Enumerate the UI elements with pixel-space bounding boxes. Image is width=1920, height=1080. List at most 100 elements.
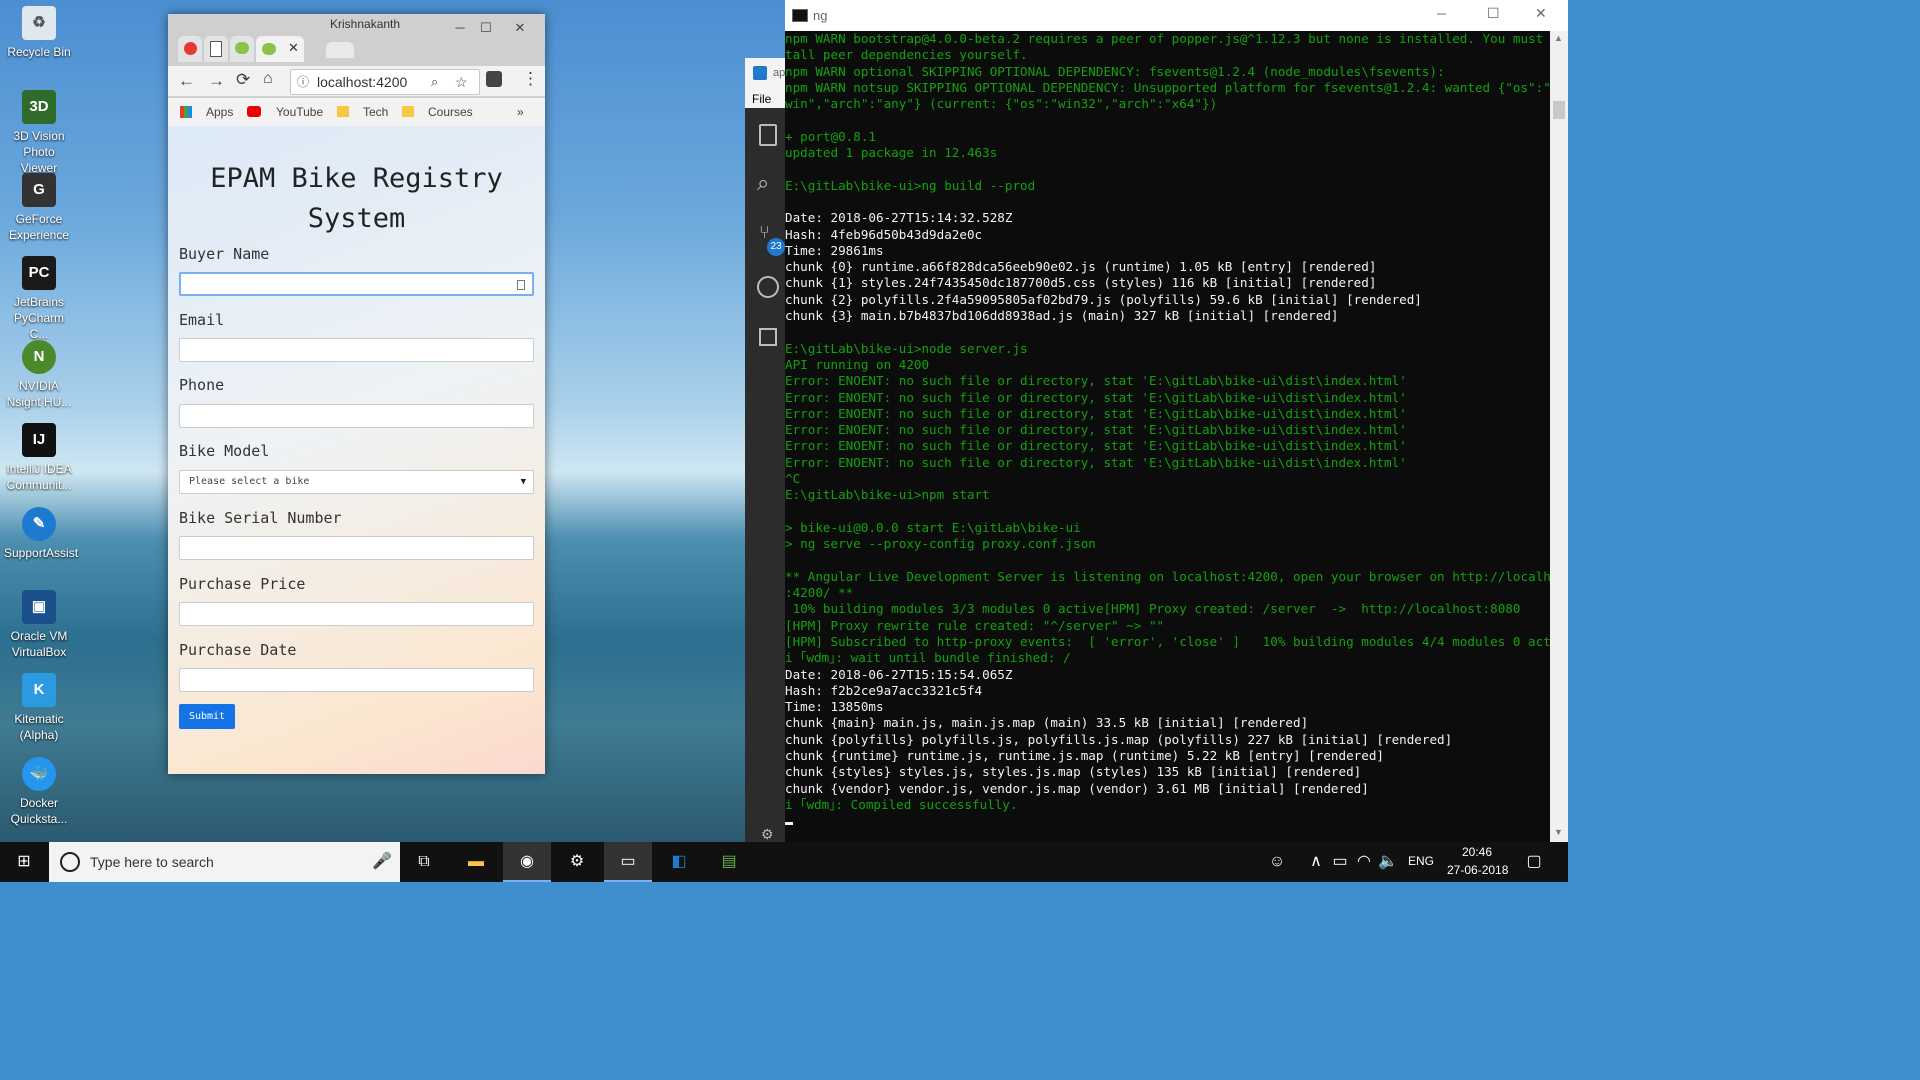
phone-input[interactable] xyxy=(179,404,534,428)
maximize-button[interactable]: ☐ xyxy=(1487,5,1500,22)
people-icon[interactable]: ☺ xyxy=(1257,842,1297,882)
window-title: Krishnakanth xyxy=(330,17,401,31)
recycle-bin-icon: ♻ xyxy=(22,6,56,40)
desktop-icon-nvidia-nsight[interactable]: N NVIDIA Nsight HU... xyxy=(4,340,74,410)
extension-icon[interactable] xyxy=(486,71,502,87)
purchase-price-input[interactable] xyxy=(179,602,534,626)
close-button[interactable]: ✕ xyxy=(508,16,532,40)
chrome-icon[interactable]: ◉ xyxy=(503,842,551,882)
tab-3[interactable] xyxy=(230,36,254,62)
language-indicator[interactable]: ENG xyxy=(1408,854,1434,868)
back-icon[interactable]: ← xyxy=(178,71,195,91)
terminal-line: Error: ENOENT: no such file or directory… xyxy=(785,405,1407,421)
desktop-icon-virtualbox[interactable]: ▣ Oracle VM VirtualBox xyxy=(4,590,74,660)
terminal-line: [HPM] Subscribed to http-proxy events: [… xyxy=(785,633,1550,649)
desktop-icon-kitematic[interactable]: K Kitematic (Alpha) xyxy=(4,673,74,743)
terminal-line: Error: ENOENT: no such file or directory… xyxy=(785,438,1407,454)
desktop-icon-pycharm[interactable]: PC JetBrains PyCharm C... xyxy=(4,256,74,342)
tab-2[interactable] xyxy=(204,36,228,62)
forward-icon[interactable]: → xyxy=(208,71,225,91)
tab-favicon-icon xyxy=(183,42,197,55)
terminal-line: Hash: f2b2ce9a7acc3321c5f4 xyxy=(785,682,983,698)
volume-icon[interactable]: 🔈 xyxy=(1377,842,1399,882)
maximize-button[interactable]: ☐ xyxy=(474,16,498,40)
source-control-icon[interactable]: ⑂ xyxy=(759,222,770,243)
terminal-line: npm WARN notsup SKIPPING OPTIONAL DEPEND… xyxy=(785,79,1550,95)
desktop-icon-geforce[interactable]: G GeForce Experience xyxy=(4,173,74,243)
search-icon[interactable]: ⌕ xyxy=(757,170,769,196)
terminal-line: npm WARN optional SKIPPING OPTIONAL DEPE… xyxy=(785,63,1445,79)
clock-date[interactable]: 27-06-2018 xyxy=(1447,863,1508,877)
scroll-up-icon[interactable]: ▲ xyxy=(1554,33,1563,43)
show-hidden-icons-icon[interactable]: ∧ xyxy=(1305,842,1327,882)
bike-model-label: Bike Model xyxy=(179,442,270,460)
wifi-icon[interactable]: ◠ xyxy=(1353,842,1375,882)
terminal-scrollbar[interactable]: ▲ ▼ xyxy=(1550,31,1568,842)
desktop-icon-docker[interactable]: 🐳 Docker Quicksta... xyxy=(4,757,74,827)
bookmark-youtube[interactable]: YouTube xyxy=(276,105,323,119)
bookmark-courses[interactable]: Courses xyxy=(428,105,473,119)
explorer-icon[interactable] xyxy=(759,124,777,146)
terminal-line: chunk {vendor} vendor.js, vendor.js.map … xyxy=(785,780,1369,796)
cortana-icon xyxy=(60,852,80,872)
tab-close-icon[interactable]: ✕ xyxy=(288,40,299,56)
extensions-icon[interactable] xyxy=(759,328,777,346)
tab-1[interactable] xyxy=(178,36,202,62)
desktop-icon-label: IntelliJ IDEA Communit... xyxy=(6,462,72,492)
home-icon[interactable]: ⌂ xyxy=(263,70,273,88)
battery-icon[interactable]: ▭ xyxy=(1329,842,1351,882)
task-view-icon[interactable]: ⧉ xyxy=(400,842,448,882)
windows-start-icon[interactable]: ⊞ xyxy=(0,842,48,882)
address-bar[interactable]: ⓘ localhost:4200 ⌕ ☆ xyxy=(290,69,480,95)
source-control-badge: 23 xyxy=(767,238,785,256)
scroll-down-icon[interactable]: ▼ xyxy=(1554,827,1563,837)
debug-icon[interactable] xyxy=(757,276,779,298)
notepad-icon[interactable]: ▤ xyxy=(705,842,753,882)
leaf-icon xyxy=(262,43,276,55)
terminal-line: chunk {polyfills} polyfills.js, polyfill… xyxy=(785,731,1453,747)
minimize-button[interactable]: ─ xyxy=(1437,6,1446,21)
terminal-app-icon xyxy=(792,9,808,22)
reload-icon[interactable]: ⟳ xyxy=(236,70,250,90)
vscode-icon[interactable]: ◧ xyxy=(655,842,703,882)
bookmark-apps[interactable]: Apps xyxy=(206,105,233,119)
desktop-icon-3d-vision[interactable]: 3D 3D Vision Photo Viewer xyxy=(4,90,74,176)
buyer-name-input[interactable] xyxy=(179,272,534,296)
youtube-icon xyxy=(247,106,261,117)
email-input[interactable] xyxy=(179,338,534,362)
purchase-date-input[interactable] xyxy=(179,668,534,692)
terminal-line: :4200/ ** xyxy=(785,585,854,601)
submit-button[interactable]: Submit xyxy=(179,704,235,729)
vscode-logo-icon xyxy=(753,66,767,80)
scroll-thumb[interactable] xyxy=(1553,101,1565,119)
terminal-line: npm WARN bootstrap@4.0.0-beta.2 requires… xyxy=(785,31,1550,46)
bike-serial-input[interactable] xyxy=(179,536,534,560)
settings-gear-icon[interactable]: ⚙ xyxy=(761,826,774,843)
purchase-price-label: Purchase Price xyxy=(179,575,306,593)
bookmark-star-icon[interactable]: ☆ xyxy=(455,70,468,94)
close-button[interactable]: ✕ xyxy=(1535,5,1547,22)
desktop-icon-supportassist[interactable]: ✎ SupportAssist xyxy=(4,507,78,561)
command-prompt-icon[interactable]: ▭ xyxy=(604,842,652,882)
bookmark-tech[interactable]: Tech xyxy=(363,105,388,119)
clock-time[interactable]: 20:46 xyxy=(1462,845,1492,859)
bookmarks-overflow[interactable]: » xyxy=(517,105,524,119)
terminal-line: Error: ENOENT: no such file or directory… xyxy=(785,373,1407,389)
menu-icon[interactable]: ⋮ xyxy=(522,69,539,89)
file-explorer-icon[interactable]: ▬ xyxy=(452,842,500,882)
info-icon[interactable]: ⓘ xyxy=(297,70,309,94)
terminal-output[interactable]: npm WARN bootstrap@4.0.0-beta.2 requires… xyxy=(785,31,1550,842)
desktop-icon-intellij[interactable]: IJ IntelliJ IDEA Communit... xyxy=(4,423,74,493)
new-tab-button[interactable] xyxy=(326,42,354,58)
bike-model-select[interactable]: Please select a bike ▼ xyxy=(179,470,534,494)
gear-app-icon[interactable]: ⚙ xyxy=(553,842,601,882)
notifications-icon[interactable]: ▢ xyxy=(1512,842,1556,882)
taskbar-search[interactable]: Type here to search 🎤 xyxy=(49,842,400,882)
desktop-icon-recycle-bin[interactable]: ♻ Recycle Bin xyxy=(4,6,74,60)
zoom-icon[interactable]: ⌕ xyxy=(431,70,438,94)
tab-active[interactable]: ✕ xyxy=(256,36,304,62)
file-menu[interactable]: File xyxy=(752,92,771,106)
microphone-icon[interactable]: 🎤 xyxy=(372,851,392,871)
minimize-button[interactable]: ─ xyxy=(448,16,472,40)
